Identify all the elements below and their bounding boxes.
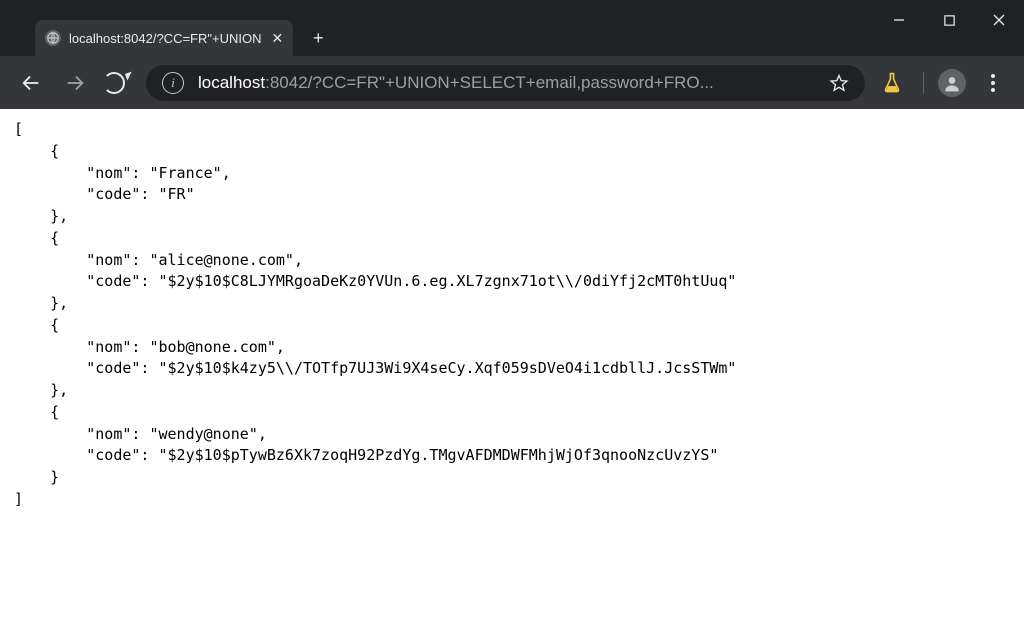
browser-tab[interactable]: localhost:8042/?CC=FR"+UNION ✕ [35,20,293,56]
url-path: :8042/?CC=FR"+UNION+SELECT+email,passwor… [265,73,714,92]
bookmark-star-icon[interactable] [829,73,849,93]
toolbar-separator [923,72,924,94]
kebab-menu-icon[interactable] [976,74,1010,92]
plus-icon: + [313,28,324,49]
tab-title: localhost:8042/?CC=FR"+UNION [69,31,261,46]
url-host: localhost [198,73,265,92]
reload-button[interactable] [102,66,136,100]
browser-window: localhost:8042/?CC=FR"+UNION ✕ + [0,0,1024,641]
flask-icon[interactable] [875,66,909,100]
titlebar: localhost:8042/?CC=FR"+UNION ✕ + [0,0,1024,56]
site-info-icon[interactable]: i [162,72,184,94]
new-tab-button[interactable]: + [303,23,333,53]
page-viewport: [ { "nom": "France", "code": "FR" }, { "… [0,109,1024,641]
window-controls [874,0,1024,40]
json-response-body: [ { "nom": "France", "code": "FR" }, { "… [0,109,1024,521]
address-bar[interactable]: i localhost:8042/?CC=FR"+UNION+SELECT+em… [146,65,865,101]
forward-button[interactable] [58,66,92,100]
minimize-button[interactable] [874,0,924,40]
back-button[interactable] [14,66,48,100]
maximize-button[interactable] [924,0,974,40]
close-tab-icon[interactable]: ✕ [271,30,283,47]
globe-icon [45,30,61,46]
close-window-button[interactable] [974,0,1024,40]
profile-avatar[interactable] [938,69,966,97]
address-toolbar: .nav-btn[data-name="reload-button"] svg … [0,56,1024,109]
url-text: localhost:8042/?CC=FR"+UNION+SELECT+emai… [198,65,815,101]
